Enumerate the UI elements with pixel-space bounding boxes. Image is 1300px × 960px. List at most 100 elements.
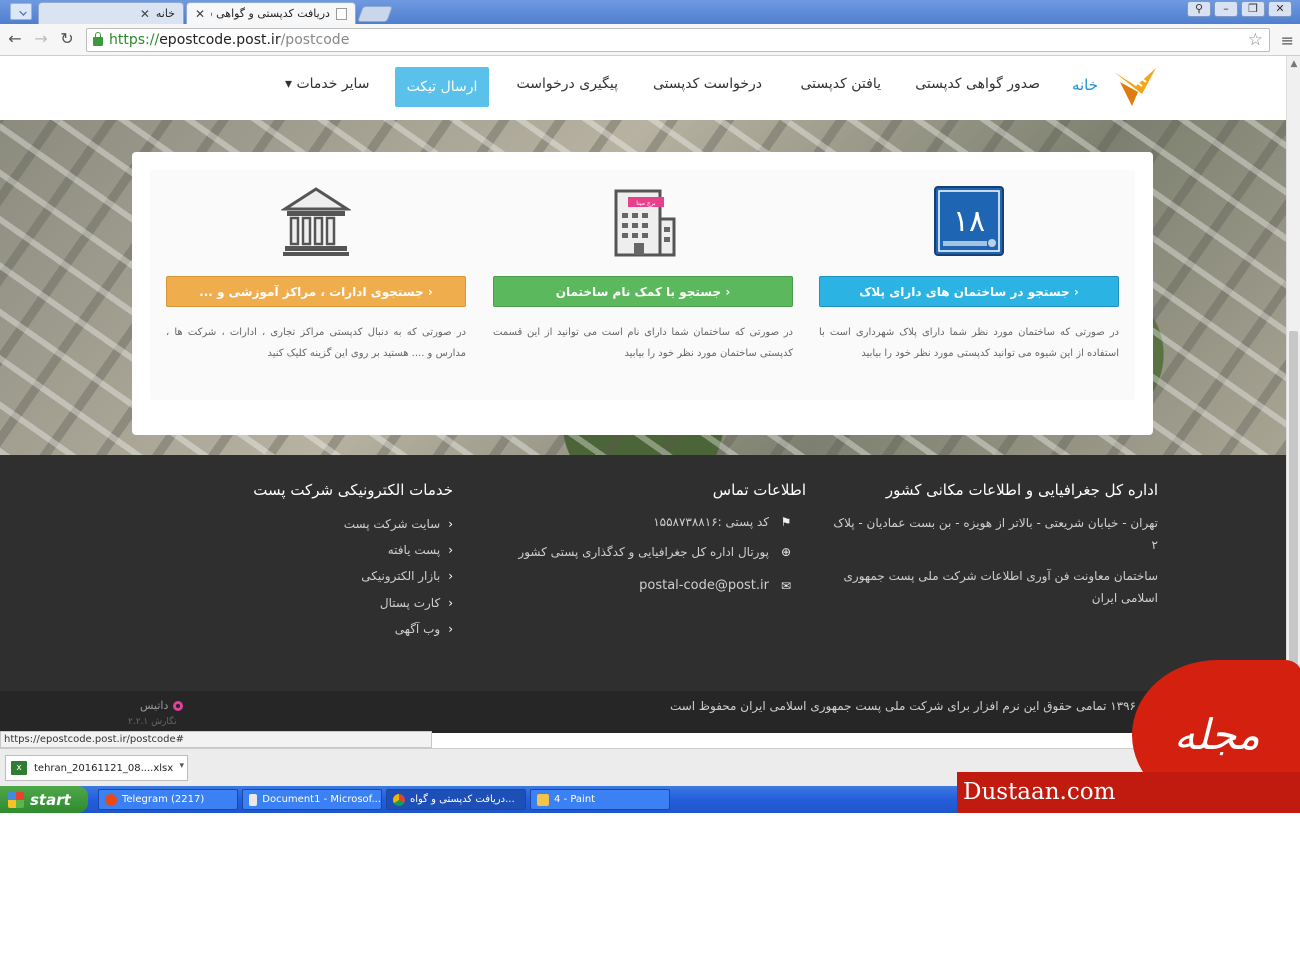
user-icon[interactable]: ⚲	[1187, 1, 1211, 17]
footer-portal-link[interactable]: ⊕ پورتال اداره کل جغرافیایی و کدگذاری پس…	[518, 545, 793, 559]
email-text: postal-code@post.ir	[639, 578, 769, 593]
nav-find-postcode-link[interactable]: یافتن کدپستی	[801, 76, 881, 92]
search-options-panel: ۱۸ ‹ جستجو در ساختمان های دارای پلاک در …	[150, 170, 1135, 400]
signpost-icon: ⚑	[780, 515, 792, 529]
back-icon[interactable]: ←	[4, 28, 26, 50]
search-options-card: ۱۸ ‹ جستجو در ساختمان های دارای پلاک در …	[132, 152, 1153, 435]
start-button[interactable]: start	[0, 786, 88, 813]
url-bar[interactable]: https://epostcode.post.ir/postcode ☆	[86, 28, 1270, 52]
nav-request-postcode-link[interactable]: درخواست کدپستی	[653, 76, 762, 92]
browser-tab-home[interactable]: خانه ✕	[38, 2, 184, 24]
footer-email[interactable]: ✉ postal-code@post.ir	[639, 578, 793, 593]
taskbar-chrome[interactable]: دریافت کدپستی و گواه...	[386, 789, 526, 810]
building-icon: برج مینا	[614, 189, 676, 257]
plaque-icon: ۱۸	[934, 186, 1004, 256]
search-by-building-name: برج مینا ‹ جستجو با کمک نام ساختمان در ص…	[493, 170, 793, 400]
post-logo-icon[interactable]	[1112, 64, 1160, 108]
close-tab-icon[interactable]: ✕	[195, 7, 205, 21]
institution-icon	[281, 187, 351, 256]
reload-icon[interactable]: ↻	[56, 28, 78, 50]
search-by-building-button[interactable]: ‹ جستجو با کمک نام ساختمان	[493, 276, 793, 307]
search-institutions-button[interactable]: ‹ جستجوی ادارات ، مراکز آموزشی و ...	[166, 276, 466, 307]
portal-text: پورتال اداره کل جغرافیایی و کدگذاری پستی…	[518, 545, 769, 559]
footer-postal-code: ⚑ کد پستی :۱۵۵۸۷۳۸۸۱۶	[653, 515, 793, 529]
brand-label: داتیس	[140, 699, 169, 712]
task-label: Telegram (2217)	[122, 794, 205, 805]
excel-file-icon: x	[11, 761, 27, 775]
envelope-icon: ✉	[780, 578, 792, 593]
page-scrollbar[interactable]: ▲ ▼	[1286, 56, 1300, 733]
datis-logo-icon	[173, 700, 184, 711]
taskbar-word[interactable]: Document1 - Microsof...	[242, 789, 382, 810]
building-search-description: در صورتی که ساختمان شما دارای نام است می…	[493, 327, 793, 359]
close-tab-icon[interactable]: ✕	[140, 7, 150, 21]
button-label: جستجو در ساختمان های دارای پلاک	[859, 285, 1070, 299]
windows-logo-icon	[8, 791, 24, 808]
page-favicon-icon	[335, 7, 347, 20]
button-label: جستجوی ادارات ، مراکز آموزشی و ...	[199, 285, 424, 299]
tab-label: دریافت کدپستی و گواهی ش	[211, 7, 330, 20]
send-ticket-button[interactable]: ارسال تیکت	[395, 67, 489, 107]
browser-menu-icon[interactable]: ≡	[1281, 31, 1294, 50]
plaque-search-description: در صورتی که ساختمان مورد نظر شما دارای پ…	[819, 327, 1119, 359]
tab-label: خانه	[155, 7, 175, 20]
nav-home-link[interactable]: خانه	[1072, 76, 1098, 94]
task-label: Document1 - Microsof...	[262, 794, 381, 805]
nav-more-label: سایر خدمات	[296, 76, 370, 92]
taskbar-paint[interactable]: 4 - Paint	[530, 789, 670, 810]
lock-icon	[93, 32, 103, 46]
site-footer: اداره کل جغرافیایی و اطلاعات مکانی کشور …	[0, 455, 1286, 691]
chrome-icon	[393, 793, 405, 806]
download-item[interactable]: x tehran_20161121_08....xlsx ▾	[5, 755, 188, 781]
nav-track-request-link[interactable]: پیگیری درخواست	[517, 76, 618, 92]
bookmark-star-icon[interactable]: ☆	[1248, 30, 1263, 50]
close-window-icon[interactable]: ✕	[1268, 1, 1292, 17]
button-label: جستجو با کمک نام ساختمان	[555, 285, 722, 299]
browser-tab-strip: خانه ✕ دریافت کدپستی و گواهی ش ✕ ⚲ – ❐ ✕	[0, 0, 1300, 24]
nav-certificate-link[interactable]: صدور گواهی کدپستی	[915, 76, 1040, 92]
nav-other-services-dropdown[interactable]: سایر خدمات ▾	[285, 76, 370, 92]
paint-icon	[537, 793, 549, 806]
footer-org-title: اداره کل جغرافیایی و اطلاعات مکانی کشور	[885, 481, 1158, 499]
scroll-up-icon[interactable]: ▲	[1289, 59, 1299, 69]
footer-services-title: خدمات الکترونیکی شرکت پست	[253, 481, 453, 499]
chevron-down-icon[interactable]: ▾	[179, 761, 184, 771]
download-filename: tehran_20161121_08....xlsx	[34, 762, 174, 774]
search-by-plaque-button[interactable]: ‹ جستجو در ساختمان های دارای پلاک	[819, 276, 1119, 307]
chevron-left-icon: ‹	[1073, 285, 1079, 299]
search-by-plaque: ۱۸ ‹ جستجو در ساختمان های دارای پلاک در …	[819, 170, 1119, 400]
site-navbar: خانه صدور گواهی کدپستی یافتن کدپستی درخو…	[0, 56, 1286, 120]
forward-icon[interactable]: →	[30, 28, 52, 50]
dustaan-watermark: مجله دوستان Dustaan.com	[957, 660, 1300, 909]
datis-brand[interactable]: داتیس	[140, 699, 184, 712]
footer-link-e-market[interactable]: بازار الکترونیکی	[361, 569, 453, 583]
footer-contact-title: اطلاعات تماس	[712, 481, 806, 499]
maximize-icon[interactable]: ❐	[1241, 1, 1265, 17]
minimize-icon[interactable]: –	[1214, 1, 1238, 17]
task-label: دریافت کدپستی و گواه...	[410, 794, 515, 805]
window-controls: ⚲ – ❐ ✕	[1187, 1, 1292, 17]
window-menu-icon[interactable]	[10, 3, 32, 20]
svg-text:برج مینا: برج مینا	[636, 200, 656, 207]
start-label: start	[30, 790, 71, 809]
chevron-left-icon: ‹	[427, 285, 433, 299]
taskbar-telegram[interactable]: Telegram (2217)	[98, 789, 238, 810]
chevron-left-icon: ‹	[725, 285, 731, 299]
telegram-icon	[105, 793, 117, 806]
status-url-tooltip: https://epostcode.post.ir/postcode#	[0, 731, 432, 748]
globe-icon: ⊕	[780, 545, 792, 559]
footer-building: ساختمان معاونت فن آوری اطلاعات شرکت ملی …	[843, 569, 1158, 605]
footer-link-post-site[interactable]: سایت شرکت پست	[344, 517, 453, 531]
svg-text:۱۸: ۱۸	[953, 204, 985, 239]
institutions-search-description: در صورتی که به دنبال کدپستی مراکز تجاری …	[166, 327, 466, 359]
search-institutions: ‹ جستجوی ادارات ، مراکز آموزشی و ... در …	[166, 170, 466, 400]
new-tab-button[interactable]	[357, 6, 393, 22]
address-toolbar: ← → ↻ https://epostcode.post.ir/postcode…	[0, 24, 1300, 56]
task-label: 4 - Paint	[554, 794, 596, 805]
footer-link-web-ads[interactable]: وب آگهی	[395, 622, 453, 636]
browser-tab-postcode[interactable]: دریافت کدپستی و گواهی ش ✕	[186, 2, 356, 24]
footer-link-post-yafteh[interactable]: پست یافته	[388, 543, 453, 557]
footer-link-postcard[interactable]: کارت پستال	[380, 596, 453, 610]
postal-code-text: کد پستی :۱۵۵۸۷۳۸۸۱۶	[653, 515, 769, 529]
caret-down-icon: ▾	[285, 76, 293, 92]
